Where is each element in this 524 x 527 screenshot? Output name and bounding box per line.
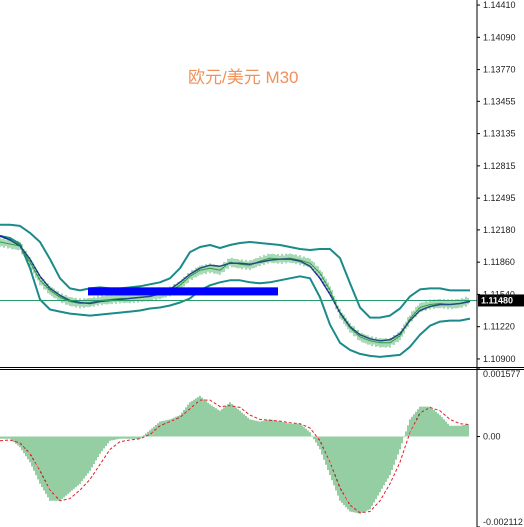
price-tick-label: 1.12815: [483, 161, 516, 171]
highlight-box: [88, 287, 278, 296]
price-panel: 欧元/美元 M30 1.11480: [0, 68, 524, 358]
oscillator-tick-label: -0.002112: [483, 517, 523, 527]
histogram-bars: [0, 395, 469, 514]
price-tick-label: 1.12495: [483, 193, 516, 203]
oscillator-tick-label: 0.00: [483, 432, 501, 442]
price-axis: 1.14410 1.14090 1.13770 1.13455 1.13135 1.128…: [477, 0, 516, 364]
price-tick-label: 1.13770: [483, 65, 516, 75]
price-tick-label: 1.14410: [483, 0, 516, 10]
price-tick-label: 1.13135: [483, 129, 516, 139]
oscillator-panel: [0, 395, 471, 514]
upper-band-line: [0, 223, 470, 319]
chart-title: 欧元/美元 M30: [188, 68, 299, 87]
price-tick-label: 1.11860: [483, 257, 515, 267]
price-tick-label: 1.11220: [483, 322, 515, 332]
price-tick-label: 1.13455: [483, 96, 516, 106]
price-tick-label: 1.14090: [483, 32, 516, 42]
price-tick-label: 1.11540: [483, 289, 515, 299]
forex-chart: 欧元/美元 M30 1.11480 1.144101.140901.137701…: [0, 0, 524, 527]
oscillator-axis: 0.001577 0.00 -0.002112: [477, 368, 523, 527]
oscillator-tick-label: 0.001577: [483, 369, 521, 379]
price-tick-label: 1.12180: [483, 225, 516, 235]
price-tick-label: 1.10900: [483, 354, 516, 364]
lower-band-line: [0, 234, 471, 358]
